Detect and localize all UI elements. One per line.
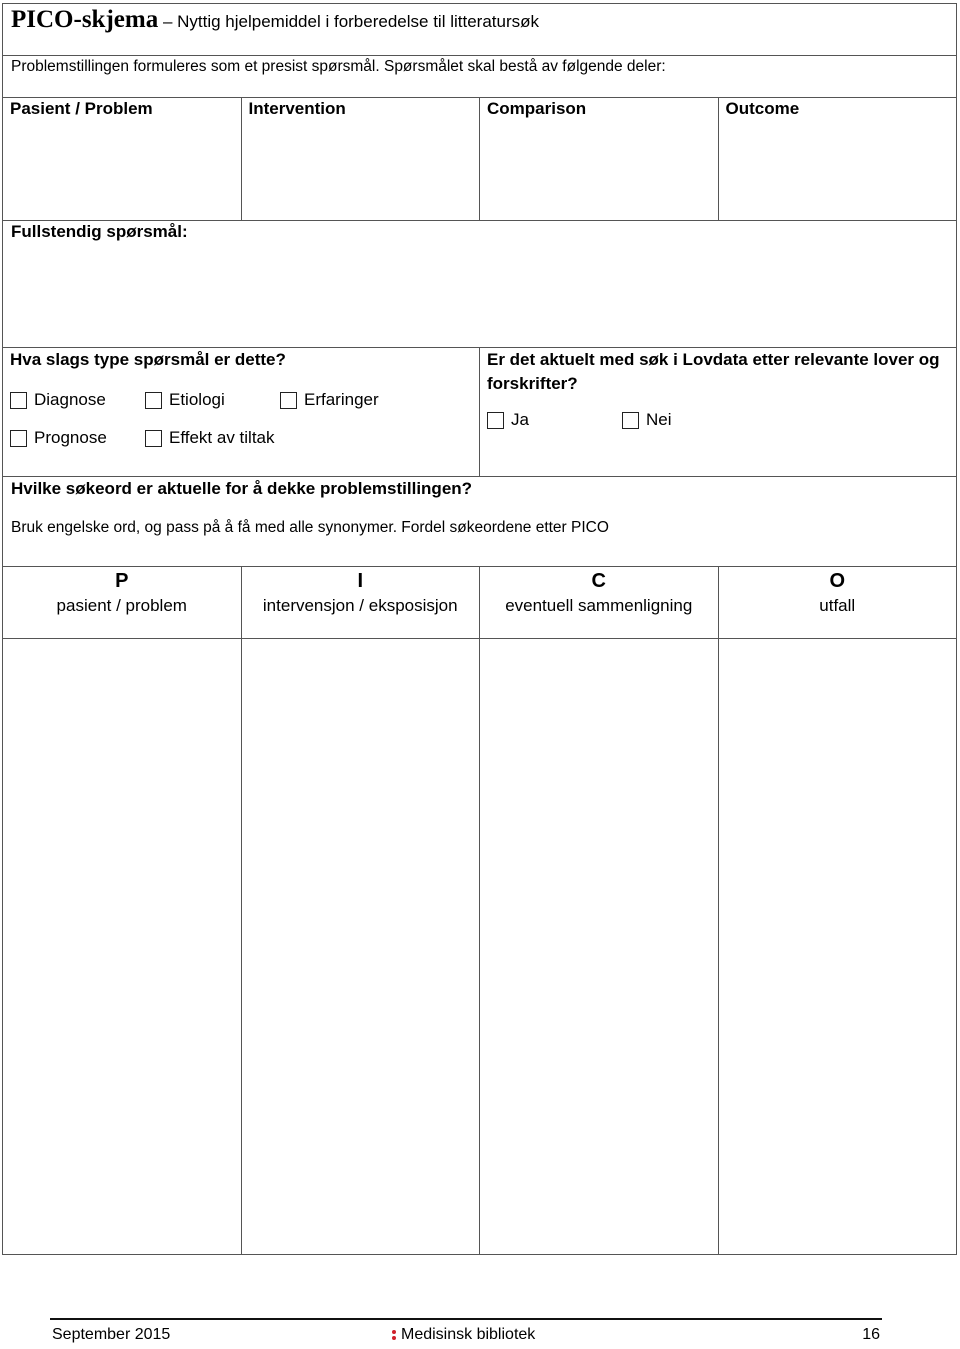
term-desc: utfall [819, 596, 856, 615]
full-question-field[interactable]: Fullstendig spørsmål: [3, 221, 956, 348]
checkbox-effekt-av-tiltak[interactable]: Effekt av tiltak [145, 428, 275, 448]
footer-date: September 2015 [52, 1326, 171, 1343]
checkbox-etiologi[interactable]: Etiologi [145, 390, 280, 410]
term-desc: eventuell sammenligning [505, 596, 693, 615]
full-question-label: Fullstendig spørsmål: [11, 222, 188, 241]
term-header-o: Outfall [719, 567, 957, 638]
pico-label: Outcome [725, 99, 800, 118]
pico-label: Pasient / Problem [10, 99, 153, 118]
checkbox-icon[interactable] [622, 411, 639, 429]
pico-label: Comparison [487, 99, 587, 118]
lovdata-title: Er det aktuelt med søk i Lovdata etter r… [487, 350, 940, 393]
question-type-section: Hva slags type spørsmål er dette? Diagno… [3, 348, 480, 476]
page-subtitle: – Nyttig hjelpemiddel i forberedelse til… [158, 12, 539, 31]
pico-field-comparison[interactable]: Comparison [480, 98, 719, 220]
term-desc: pasient / problem [56, 596, 187, 615]
checkbox-prognose[interactable]: Prognose [10, 428, 145, 448]
checkbox-label: Effekt av tiltak [169, 428, 275, 447]
checkbox-label: Ja [511, 410, 529, 429]
checkbox-icon[interactable] [145, 391, 162, 409]
footer-brand: Medisinsk bibliotek [392, 1326, 535, 1344]
term-header-i: Iintervensjon / eksposisjon [242, 567, 480, 638]
footer-divider [50, 1318, 882, 1320]
intro-text: Problemstillingen formuleres som et pres… [3, 56, 956, 98]
page-footer: September 2015 Medisinsk bibliotek 16 [52, 1326, 880, 1344]
term-letter: C [591, 570, 606, 592]
term-columns-header: Ppasient / problem Iintervensjon / ekspo… [3, 567, 956, 639]
pico-field-intervention[interactable]: Intervention [242, 98, 480, 220]
library-logo-icon [392, 1329, 396, 1341]
footer-brand-name: Medisinsk bibliotek [401, 1326, 536, 1343]
term-letter: O [829, 570, 846, 592]
term-field-o[interactable] [719, 639, 957, 1254]
pico-form: PICO-skjema – Nyttig hjelpemiddel i forb… [2, 3, 957, 1255]
question-type-title: Hva slags type spørsmål er dette? [10, 350, 286, 369]
checkbox-label: Erfaringer [304, 390, 379, 409]
pico-label: Intervention [248, 99, 346, 118]
page-number: 16 [862, 1326, 880, 1343]
term-letter: P [115, 570, 129, 592]
checkbox-icon[interactable] [10, 391, 27, 409]
term-header-c: Ceventuell sammenligning [480, 567, 719, 638]
checkbox-icon[interactable] [145, 429, 162, 447]
term-letter: I [357, 570, 364, 592]
checkbox-nei[interactable]: Nei [622, 410, 672, 430]
checkbox-label: Prognose [34, 428, 107, 447]
checkbox-ja[interactable]: Ja [487, 410, 622, 430]
checkbox-icon[interactable] [280, 391, 297, 409]
pico-field-outcome[interactable]: Outcome [719, 98, 957, 220]
search-terms-section: Hvilke søkeord er aktuelle for å dekke p… [3, 477, 956, 567]
checkbox-diagnose[interactable]: Diagnose [10, 390, 145, 410]
term-header-p: Ppasient / problem [3, 567, 242, 638]
term-field-i[interactable] [242, 639, 480, 1254]
term-desc: intervensjon / eksposisjon [262, 596, 458, 615]
checkbox-label: Nei [646, 410, 672, 429]
pico-field-patient[interactable]: Pasient / Problem [3, 98, 242, 220]
term-field-p[interactable] [3, 639, 242, 1254]
lovdata-section: Er det aktuelt med søk i Lovdata etter r… [480, 348, 956, 476]
search-terms-instruction: Bruk engelske ord, og pass på å få med a… [11, 519, 609, 536]
term-field-c[interactable] [480, 639, 719, 1254]
page-title: PICO-skjema [11, 6, 159, 33]
pico-parts-row: Pasient / Problem Intervention Compariso… [3, 98, 956, 221]
title-row: PICO-skjema – Nyttig hjelpemiddel i forb… [3, 4, 956, 56]
checkbox-icon[interactable] [487, 411, 504, 429]
checkbox-label: Diagnose [34, 390, 106, 409]
question-type-row: Hva slags type spørsmål er dette? Diagno… [3, 348, 956, 477]
checkbox-label: Etiologi [169, 390, 225, 409]
checkbox-erfaringer[interactable]: Erfaringer [280, 390, 379, 410]
search-terms-title: Hvilke søkeord er aktuelle for å dekke p… [11, 479, 473, 498]
checkbox-icon[interactable] [10, 429, 27, 447]
term-columns-body [3, 639, 956, 1254]
